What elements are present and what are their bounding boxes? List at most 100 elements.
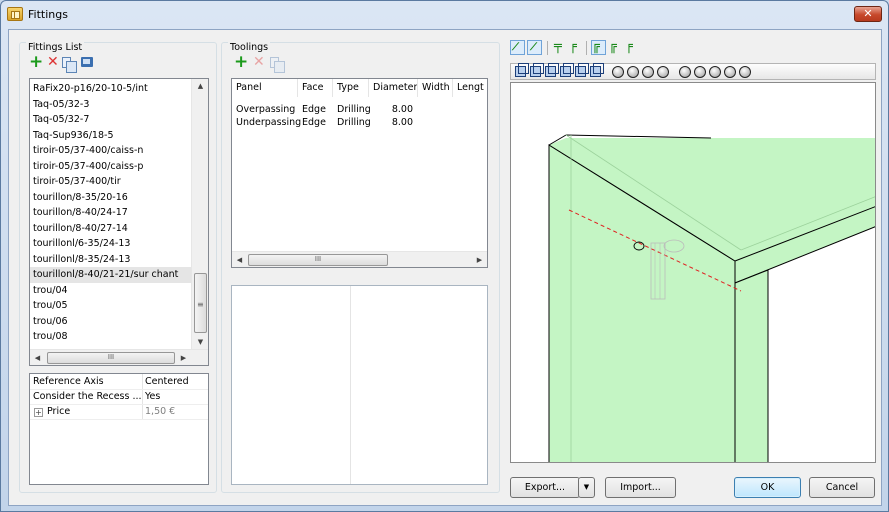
list-item[interactable]: tourillon/8-40/24-17 <box>30 205 192 221</box>
export-list-icon[interactable] <box>81 57 93 67</box>
view-mode-toolbar: ⟋ ⟋ ╤ ╒ ╔ ╔ ╒ <box>510 40 670 58</box>
view-iso-1-icon[interactable] <box>612 66 624 78</box>
fittings-hscroll-thumb[interactable]: III <box>47 352 175 364</box>
view-left-icon[interactable] <box>545 63 559 77</box>
scroll-right-icon[interactable]: ▶ <box>176 350 191 366</box>
list-item[interactable]: Taq-05/32-7 <box>30 112 192 128</box>
3d-scene[interactable] <box>511 83 876 463</box>
add-icon[interactable]: + <box>29 54 43 71</box>
fittings-scroll-thumb[interactable] <box>194 273 207 333</box>
list-item[interactable]: tourillonl/8-35/24-13 <box>30 252 192 268</box>
list-item[interactable]: trou/05 <box>30 298 192 314</box>
list-item[interactable]: tiroir-05/37-400/caiss-n <box>30 143 192 159</box>
toolings-hscroll-thumb[interactable]: III <box>248 254 388 266</box>
view-iso-7-icon[interactable] <box>709 66 721 78</box>
expand-icon[interactable]: + <box>34 408 43 417</box>
scroll-down-icon[interactable]: ▼ <box>192 335 209 350</box>
fittings-items: RaFix20-p16/20-10-5/int Taq-05/32-3 Taq-05… <box>30 81 192 345</box>
row-divider <box>30 389 208 390</box>
cancel-button[interactable]: Cancel <box>809 477 875 498</box>
preview-divider <box>350 286 351 484</box>
view-iso-4-icon[interactable] <box>657 66 669 78</box>
corner-glyph-icon: ╔ <box>592 39 600 54</box>
table-cell: Underpassing <box>236 117 302 128</box>
list-item[interactable]: tourillon/8-35/20-16 <box>30 190 192 206</box>
list-item[interactable]: Taq-Sup936/18-5 <box>30 128 192 144</box>
close-button[interactable]: ✕ <box>854 6 882 22</box>
fittings-listbox[interactable]: RaFix20-p16/20-10-5/int Taq-05/32-3 Taq-05… <box>29 78 209 366</box>
table-row[interactable]: Underpassing Edge Drilling 8.00 <box>232 116 487 129</box>
scroll-left-icon[interactable]: ◀ <box>232 252 247 268</box>
ok-button[interactable]: OK <box>734 477 801 498</box>
view-back-icon[interactable] <box>530 63 544 77</box>
corner-view-2-icon[interactable]: ╔ <box>609 40 622 53</box>
table-cell: Drilling <box>337 104 371 115</box>
export-button[interactable]: Export... <box>510 477 580 498</box>
fittings-app-icon <box>7 7 23 21</box>
title-bar: Fittings ✕ <box>1 1 888 29</box>
property-name: Price <box>47 406 71 417</box>
export-dropdown-icon[interactable]: ▼ <box>578 477 595 498</box>
wire-glyph-icon: ⟋ <box>530 42 537 53</box>
column-header[interactable]: Type <box>333 79 369 97</box>
list-item[interactable]: RaFix20-p16/20-10-5/int <box>30 81 192 97</box>
view-iso-6-icon[interactable] <box>694 66 706 78</box>
column-header[interactable]: Face <box>298 79 333 97</box>
corner-view-3-icon[interactable]: ╒ <box>625 40 638 53</box>
property-value: Centered <box>145 376 189 387</box>
view-right-icon[interactable] <box>560 63 574 77</box>
list-item[interactable]: trou/06 <box>30 314 192 330</box>
top-align-2-icon[interactable]: ╒ <box>569 40 582 53</box>
property-name: Consider the Recess ... <box>33 391 141 402</box>
properties-grid[interactable]: Reference Axis Centered Consider the Rec… <box>29 373 209 485</box>
copy-icon[interactable] <box>62 57 77 73</box>
top-align-icon[interactable]: ╤ <box>554 40 567 53</box>
list-item[interactable]: trou/08 <box>30 329 192 345</box>
table-row[interactable]: Overpassing Edge Drilling 8.00 <box>232 103 487 116</box>
view-bottom-icon[interactable] <box>590 63 604 77</box>
view-iso-5-icon[interactable] <box>679 66 691 78</box>
view-top-icon[interactable] <box>575 63 589 77</box>
copy-tooling-icon[interactable] <box>270 57 285 73</box>
list-item[interactable]: tourillonl/6-35/24-13 <box>30 236 192 252</box>
view-iso-8-icon[interactable] <box>724 66 736 78</box>
property-value: 1,50 € <box>145 406 176 417</box>
list-item[interactable]: tourillonl/8-40/21-21/sur chant <box>30 267 192 283</box>
row-divider <box>30 419 208 420</box>
list-item[interactable]: tiroir-05/37-400/tir <box>30 174 192 190</box>
delete-tooling-icon[interactable]: ✕ <box>253 55 267 70</box>
edge-line <box>565 134 712 139</box>
column-header[interactable]: Panel <box>232 79 298 97</box>
table-cell: 8.00 <box>391 104 413 115</box>
toolings-table[interactable]: Panel Face Type Diameter Width Lengt Ove… <box>231 78 488 268</box>
property-value: Yes <box>145 391 161 402</box>
import-button[interactable]: Import... <box>605 477 676 498</box>
list-item[interactable]: trou/04 <box>30 283 192 299</box>
toolings-hscrollbar[interactable]: ◀ III ▶ <box>232 251 487 267</box>
view-iso-9-icon[interactable] <box>739 66 751 78</box>
list-item[interactable]: tourillon/8-40/27-14 <box>30 221 192 237</box>
column-header[interactable]: Width <box>418 79 453 97</box>
list-item[interactable]: Taq-05/32-3 <box>30 97 192 113</box>
fittings-vscrollbar[interactable]: ▲ ▼ <box>191 79 208 350</box>
delete-icon[interactable]: ✕ <box>47 55 61 70</box>
add-tooling-icon[interactable]: + <box>234 54 248 71</box>
view-iso-2-icon[interactable] <box>627 66 639 78</box>
view-orientation-toolbar <box>510 63 876 80</box>
3d-viewer[interactable] <box>510 82 876 463</box>
view-iso-3-icon[interactable] <box>642 66 654 78</box>
view-front-icon[interactable] <box>515 63 529 77</box>
window-title: Fittings <box>28 8 68 21</box>
row-divider <box>30 404 208 405</box>
table-cell: Drilling <box>337 117 371 128</box>
toolbar-separator <box>586 41 587 55</box>
scroll-up-icon[interactable]: ▲ <box>192 79 209 94</box>
column-header[interactable]: Diameter <box>369 79 418 97</box>
fittings-hscrollbar[interactable]: ◀ III ▶ <box>30 349 208 365</box>
toolbar-separator <box>547 41 548 55</box>
list-item[interactable]: tiroir-05/37-400/caiss-p <box>30 159 192 175</box>
dialog-body: Fittings List + ✕ RaFix20-p16/20-10-5/in… <box>8 29 882 506</box>
scroll-left-icon[interactable]: ◀ <box>30 350 45 366</box>
scroll-right-icon[interactable]: ▶ <box>472 252 487 268</box>
column-header[interactable]: Lengt <box>453 79 487 97</box>
